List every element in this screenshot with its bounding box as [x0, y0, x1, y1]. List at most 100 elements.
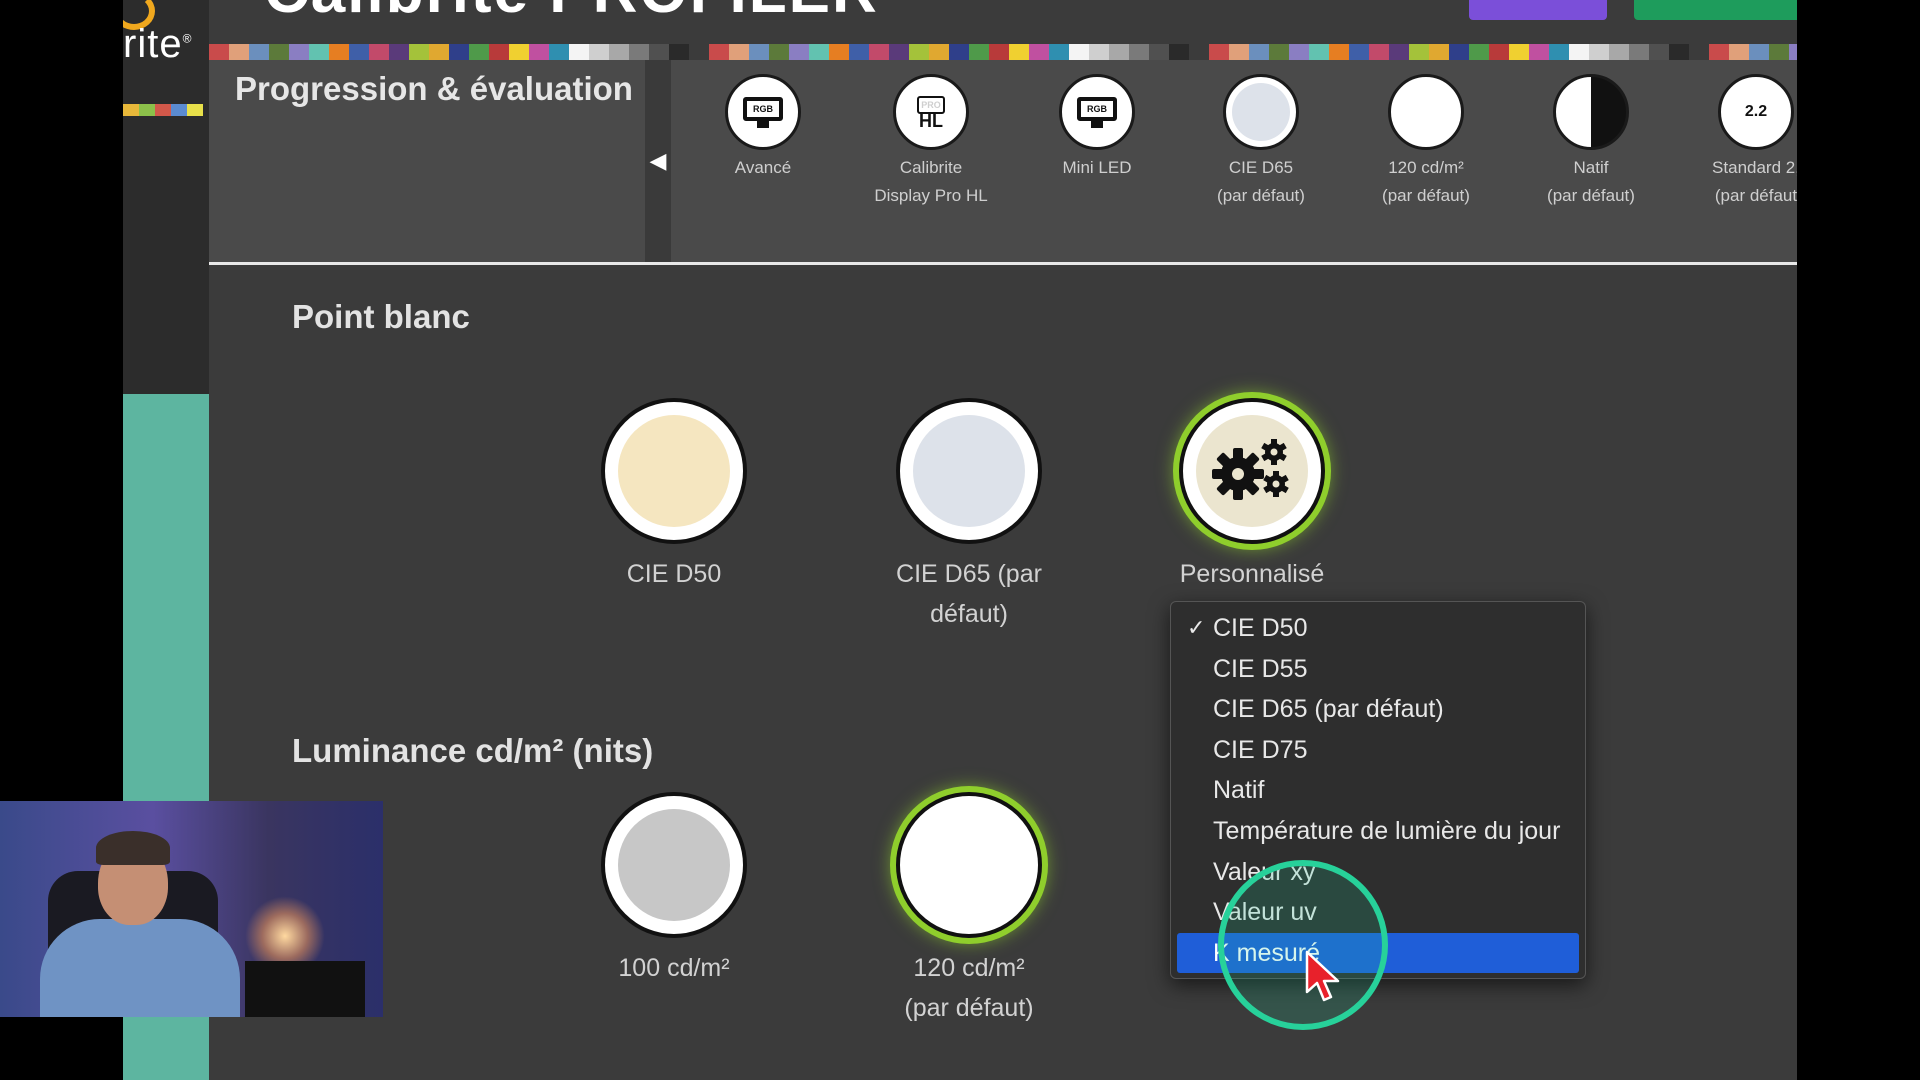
checker-patch [1789, 44, 1797, 60]
step-gamma[interactable]: 2.2 Standard 2, (par défaut [1676, 74, 1797, 210]
checker-patch [1209, 44, 1229, 60]
d50-swatch [601, 398, 747, 544]
checker-patch [1429, 44, 1449, 60]
calibrite-display-pro-hl-icon: PRO HL [893, 74, 969, 150]
checker-patch [569, 44, 589, 60]
checker-patch [1669, 44, 1689, 60]
checkmark-icon: ✓ [1187, 615, 1206, 640]
step-display-type[interactable]: RGB Avancé [683, 74, 843, 182]
next-button[interactable] [1634, 0, 1797, 20]
step-sublabel: (par défaut) [1217, 186, 1305, 205]
checker-patch [1189, 44, 1209, 60]
checker-patch [1609, 44, 1629, 60]
top-bar: Calibrite PROFILER [209, 0, 1797, 44]
option-label: 100 cd/m² [618, 954, 730, 982]
option-label: CIE D65 (par défaut) [896, 560, 1042, 628]
checker-patch [1649, 44, 1669, 60]
option-label: 120 cd/m² (par défaut) [904, 954, 1034, 1022]
checker-patch [829, 44, 849, 60]
menu-item-measured-k[interactable]: K mesuré [1177, 932, 1579, 974]
rgb-monitor-icon: RGB [725, 74, 801, 150]
menu-item-uv-value[interactable]: Valeur uv [1177, 892, 1579, 933]
step-white-point[interactable]: CIE D65 (par défaut) [1181, 74, 1341, 210]
step-label: 120 cd/m² [1388, 158, 1464, 177]
menu-item-cie-d75[interactable]: CIE D75 [1177, 730, 1579, 771]
color-checker-strip [209, 44, 1797, 60]
chevron-left-icon: ◀ [649, 148, 667, 173]
luminance-icon [1388, 74, 1464, 150]
app-title: Calibrite PROFILER [264, 0, 879, 27]
checker-patch [1109, 44, 1129, 60]
checker-patch [1369, 44, 1389, 60]
checker-patch [269, 44, 289, 60]
checker-patch [1029, 44, 1049, 60]
checker-patch [1309, 44, 1329, 60]
checker-patch [1269, 44, 1289, 60]
white-point-option-d50[interactable]: CIE D50 [584, 398, 764, 594]
lum100-color [618, 809, 730, 921]
lum100-swatch [601, 792, 747, 938]
d50-color [618, 415, 730, 527]
step-sublabel: (par défaut) [1382, 186, 1470, 205]
option-label: Personnalisé [1179, 560, 1325, 588]
checker-patch [929, 44, 949, 60]
checker-patch [1689, 44, 1709, 60]
menu-item-cie-d50[interactable]: ✓ CIE D50 [1177, 608, 1579, 649]
custom-swatch [1179, 398, 1325, 544]
checker-patch [589, 44, 609, 60]
header-action-button[interactable] [1469, 0, 1607, 20]
checker-patch [389, 44, 409, 60]
luminance-option-100[interactable]: 100 cd/m² [584, 792, 764, 988]
checker-patch [1069, 44, 1089, 60]
menu-item-daylight-temperature[interactable]: Température de lumière du jour [1177, 811, 1579, 852]
lum120-color [913, 809, 1025, 921]
white-point-icon [1223, 74, 1299, 150]
menu-item-cie-d55[interactable]: CIE D55 [1177, 649, 1579, 690]
checker-patch [329, 44, 349, 60]
checker-patch [1169, 44, 1189, 60]
checker-patch [769, 44, 789, 60]
step-label: CIE D65 [1228, 158, 1294, 177]
checker-patch [809, 44, 829, 60]
cabinet [245, 961, 365, 1017]
strip-patch [171, 104, 187, 116]
checker-patch [1349, 44, 1369, 60]
checker-patch [1389, 44, 1409, 60]
menu-item-natif[interactable]: Natif [1177, 770, 1579, 811]
checker-patch [969, 44, 989, 60]
white-point-option-d65[interactable]: CIE D65 (par défaut) [879, 398, 1059, 634]
menu-item-xy-value[interactable]: Valeur xy [1177, 852, 1579, 893]
checker-patch [469, 44, 489, 60]
step-luminance[interactable]: 120 cd/m² (par défaut) [1346, 74, 1506, 210]
checker-patch [1749, 44, 1769, 60]
checker-patch [489, 44, 509, 60]
strip-patch [123, 104, 139, 116]
luminance-option-120[interactable]: 120 cd/m² (par défaut) [879, 792, 1059, 1028]
checker-patch [889, 44, 909, 60]
checker-patch [869, 44, 889, 60]
checker-patch [1509, 44, 1529, 60]
scroll-left-button[interactable]: ◀ [645, 60, 671, 262]
step-label: Natif [1573, 158, 1609, 177]
step-label: Calibrite [899, 158, 963, 177]
step-device[interactable]: PRO HL Calibrite Display Pro HL [851, 74, 1011, 210]
checker-patch [1329, 44, 1349, 60]
step-label: Standard 2, [1712, 158, 1797, 177]
checker-patch [229, 44, 249, 60]
checker-patch [249, 44, 269, 60]
color-strip [123, 104, 203, 116]
checker-patch [1449, 44, 1469, 60]
white-point-dropdown-menu[interactable]: ✓ CIE D50 CIE D55 CIE D65 (par défaut) CI… [1170, 601, 1586, 979]
white-point-title: Point blanc [292, 298, 470, 335]
checker-patch [1469, 44, 1489, 60]
checker-patch [909, 44, 929, 60]
presenter-hair [96, 831, 170, 865]
d65-color [913, 415, 1025, 527]
checker-patch [609, 44, 629, 60]
step-contrast[interactable]: Natif (par défaut) [1511, 74, 1671, 210]
step-backlight[interactable]: RGB Mini LED [1017, 74, 1177, 182]
white-point-option-custom[interactable]: Personnalisé [1162, 398, 1342, 594]
checker-patch [1289, 44, 1309, 60]
checker-patch [309, 44, 329, 60]
menu-item-cie-d65[interactable]: CIE D65 (par défaut) [1177, 689, 1579, 730]
